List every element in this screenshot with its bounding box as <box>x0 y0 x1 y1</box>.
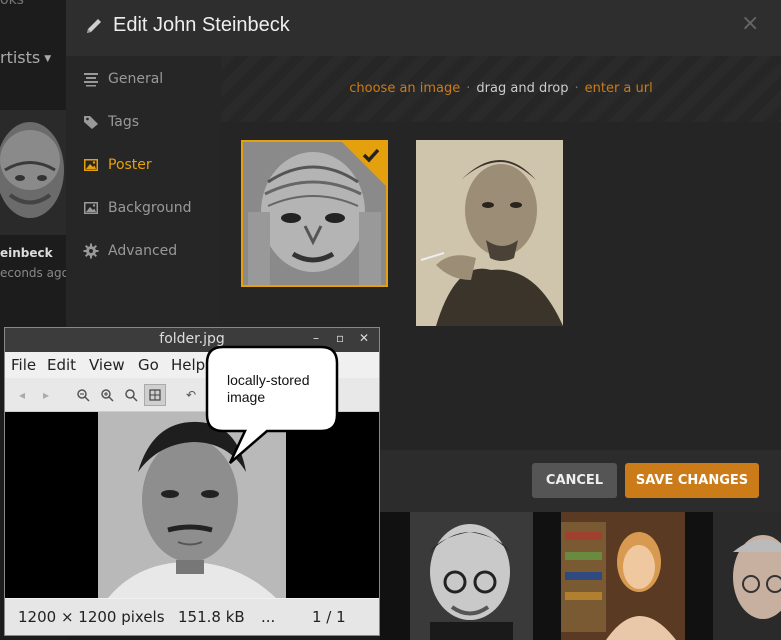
speech-bubble: locally-stored image <box>205 345 339 464</box>
artist-thumbnail[interactable] <box>561 512 685 640</box>
sidebar-item-general[interactable]: General <box>83 67 163 91</box>
sidebar-item-label: Tags <box>108 114 139 130</box>
dialog-header: Edit John Steinbeck × <box>66 0 781 56</box>
zoom-out-icon[interactable] <box>72 384 94 406</box>
poster-image <box>416 140 563 326</box>
artist-thumbnail-image <box>410 512 533 640</box>
sidebar-item-background[interactable]: Background <box>83 196 192 220</box>
close-icon[interactable]: × <box>741 11 759 36</box>
sidebar-item-label: Background <box>108 200 192 216</box>
menu-go[interactable]: Go <box>138 356 159 374</box>
speech-bubble-shape <box>205 345 339 464</box>
image-source-bar: choose an image · drag and drop · enter a ur… <box>221 56 781 122</box>
file-size: 151.8 kB <box>178 608 245 626</box>
caret-down-icon: ▼ <box>44 53 52 64</box>
drag-and-drop-label: drag and drop <box>476 81 569 96</box>
rotate-icon[interactable]: ↶ <box>180 384 202 406</box>
gear-icon <box>83 243 99 259</box>
nav-artists-label: rtists <box>0 48 41 67</box>
sidebar-item-advanced[interactable]: Advanced <box>83 239 177 263</box>
separator: · <box>574 81 579 96</box>
viewer-statusbar: 1200 × 1200 pixels 151.8 kB ... 1 / 1 <box>5 599 379 635</box>
artist-thumbnail[interactable] <box>713 512 781 640</box>
image-icon <box>84 159 98 171</box>
sidebar-item-poster[interactable]: Poster <box>83 153 152 177</box>
maximize-icon[interactable]: ▫ <box>336 331 344 345</box>
poster-option-selected[interactable] <box>241 140 388 287</box>
artist-thumbnail-image <box>713 512 781 640</box>
separator: · <box>466 81 471 96</box>
artist-added-time: econds ago <box>0 266 69 280</box>
artist-thumbnail[interactable] <box>410 512 533 640</box>
save-changes-button[interactable]: SAVE CHANGES <box>625 463 759 498</box>
close-icon[interactable]: ✕ <box>359 331 369 345</box>
zoom-fit-icon[interactable] <box>144 384 166 406</box>
cancel-button[interactable]: CANCEL <box>532 463 617 498</box>
sidebar-item-label: Poster <box>108 157 152 173</box>
menu-edit[interactable]: Edit <box>47 356 76 374</box>
nav-books-label[interactable]: oks <box>0 0 24 8</box>
menu-file[interactable]: File <box>11 356 36 374</box>
checkmark-icon <box>342 142 386 186</box>
bubble-line: locally-stored <box>227 372 310 388</box>
bubble-line: image <box>227 389 266 405</box>
sidebar-item-label: Advanced <box>108 243 178 259</box>
artist-poster-image <box>0 110 66 235</box>
image-source-options: choose an image · drag and drop · enter a ur… <box>221 81 781 96</box>
back-icon[interactable]: ◂ <box>11 384 33 406</box>
minimize-icon[interactable]: – <box>313 331 319 345</box>
status-ellipsis: ... <box>261 608 276 626</box>
pencil-icon <box>87 19 101 33</box>
dialog-title: Edit John Steinbeck <box>113 14 290 36</box>
general-icon <box>84 73 98 87</box>
enter-url-link[interactable]: enter a url <box>585 81 653 96</box>
artist-name: einbeck <box>0 246 53 260</box>
zoom-in-icon[interactable] <box>96 384 118 406</box>
page-count: 1 / 1 <box>312 608 346 626</box>
image-dimensions: 1200 × 1200 pixels <box>18 608 165 626</box>
artist-poster[interactable] <box>0 110 66 235</box>
bubble-text: locally-stored image <box>227 372 309 406</box>
menu-help[interactable]: Help <box>171 356 205 374</box>
forward-icon[interactable]: ▸ <box>35 384 57 406</box>
nav-artists[interactable]: rtists ▼ <box>0 48 51 67</box>
image-icon <box>84 202 98 214</box>
artist-thumbnail-image <box>561 512 685 640</box>
sidebar-item-tags[interactable]: Tags <box>83 110 139 134</box>
choose-image-link[interactable]: choose an image <box>349 81 460 96</box>
sidebar-item-label: General <box>108 71 164 87</box>
menu-view[interactable]: View <box>89 356 125 374</box>
tag-icon <box>84 116 98 129</box>
poster-option[interactable] <box>416 140 563 326</box>
zoom-normal-icon[interactable] <box>120 384 142 406</box>
